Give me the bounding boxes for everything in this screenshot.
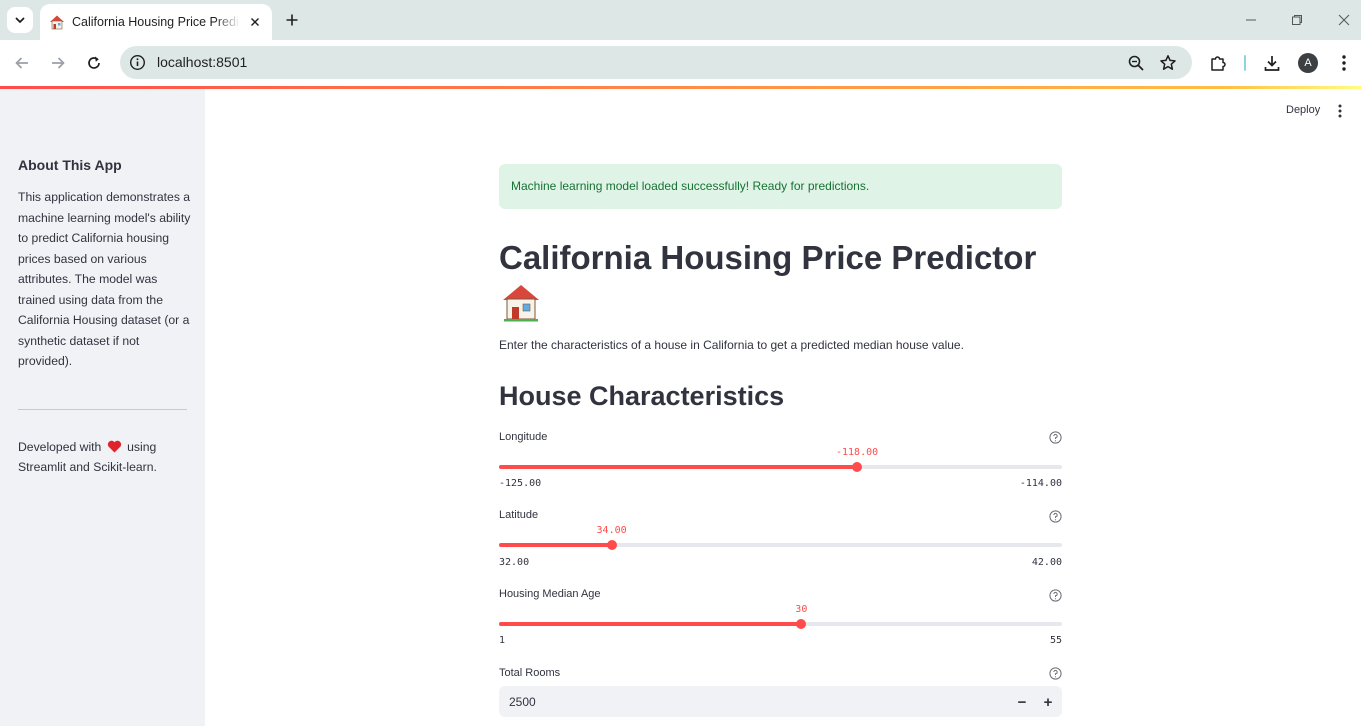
address-bar[interactable]: localhost:8501 [120,46,1192,79]
slider-fill [499,465,858,469]
total-rooms-input[interactable]: 2500 − + [499,686,1062,717]
page-subtitle: Enter the characteristics of a house in … [499,338,964,352]
longitude-label: Longitude [499,431,548,443]
sidebar-description: This application demonstrates a machine … [18,190,191,368]
profile-avatar[interactable]: A [1298,53,1318,73]
site-info-icon[interactable] [129,54,146,71]
help-icon[interactable] [1049,667,1062,680]
total-rooms-value[interactable]: 2500 [509,695,536,709]
browser-toolbar: localhost:8501 A [0,40,1361,86]
browser-tab-active[interactable]: California Housing Price Predictor [40,4,272,40]
longitude-min: -125.00 [499,478,542,489]
housing-median-age-slider[interactable] [499,619,1062,629]
decrement-button[interactable]: − [1010,690,1034,714]
footer-prefix: Developed with [18,440,102,454]
latitude-max: 42.00 [1031,557,1062,568]
house-favicon-icon [49,14,65,30]
slider-fill [499,543,612,547]
heart-icon [107,439,122,453]
section-heading: House Characteristics [499,381,785,411]
housing-median-age-max: 55 [1049,635,1062,646]
zoom-icon[interactable] [1127,54,1145,72]
toolbar-separator [1244,55,1246,71]
sidebar-divider [18,409,187,410]
slider-thumb[interactable] [852,462,863,472]
slider-fill [499,622,802,626]
success-alert: Machine learning model loaded successful… [499,164,1062,209]
reload-icon[interactable] [83,52,105,74]
browser-menu-kebab-icon[interactable] [1333,52,1355,74]
house-icon [500,282,542,322]
latitude-value: 34.00 [596,525,627,536]
main-menu-kebab-icon[interactable] [1332,102,1348,120]
back-arrow-icon[interactable] [11,52,33,74]
download-icon[interactable] [1261,52,1283,74]
forward-arrow-icon[interactable] [47,52,69,74]
slider-thumb[interactable] [796,619,807,629]
deploy-button[interactable]: Deploy [1282,102,1324,118]
latitude-label: Latitude [499,509,539,521]
housing-median-age-label: Housing Median Age [499,588,601,600]
sidebar: About This App This application demonstr… [0,89,205,726]
close-tab-icon[interactable] [246,13,264,31]
housing-median-age-value: 30 [795,604,808,615]
help-icon[interactable] [1049,589,1062,602]
sidebar-footer: Developed with using Streamlit and Sciki… [18,437,194,477]
longitude-slider[interactable] [499,462,1062,472]
increment-button[interactable]: + [1036,690,1060,714]
bookmark-star-icon[interactable] [1159,54,1177,72]
help-icon[interactable] [1049,510,1062,523]
new-tab-plus-icon[interactable] [282,10,302,30]
tab-search-button[interactable] [7,7,33,33]
page-title: California Housing Price Predictor [499,239,1037,276]
total-rooms-label: Total Rooms [499,667,561,679]
longitude-value: -118.00 [835,447,879,458]
tab-title: California Housing Price Predictor [72,15,240,29]
longitude-max: -114.00 [1019,478,1062,489]
url-text: localhost:8501 [157,54,248,70]
housing-median-age-min: 1 [499,635,506,646]
extensions-puzzle-icon[interactable] [1207,52,1229,74]
minimize-icon[interactable] [1241,10,1261,30]
browser-tab-strip: California Housing Price Predictor [0,0,1361,40]
restore-icon[interactable] [1287,10,1307,30]
latitude-slider[interactable] [499,540,1062,550]
sidebar-title: About This App [18,157,122,173]
slider-thumb[interactable] [606,540,617,550]
help-icon[interactable] [1049,431,1062,444]
close-window-icon[interactable] [1334,10,1354,30]
latitude-min: 32.00 [499,557,530,568]
chevron-down-icon [15,17,25,23]
